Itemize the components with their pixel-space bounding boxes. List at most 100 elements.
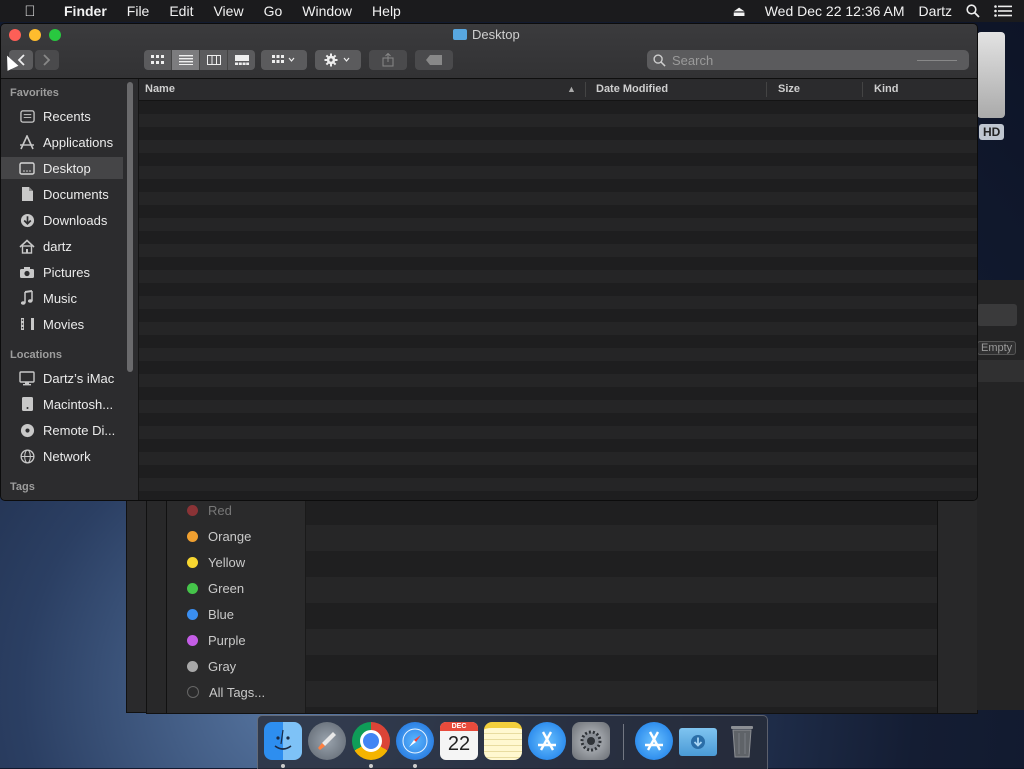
search-field-divider xyxy=(917,59,957,61)
sidebar-item-network[interactable]: Network xyxy=(1,445,123,467)
group-grid-icon xyxy=(272,55,295,63)
sidebar-header-locations: Locations xyxy=(10,349,62,361)
dock-downloads-folder-icon[interactable] xyxy=(679,728,717,756)
dock-running-indicator xyxy=(413,764,417,768)
column-header-size[interactable]: Size xyxy=(778,79,800,100)
desktop-icon xyxy=(18,160,36,176)
list-column-header: Name ▲ Date Modified Size Kind xyxy=(139,79,977,101)
tag-gray[interactable]: Gray xyxy=(187,653,236,679)
empty-button[interactable]: Empty xyxy=(977,341,1017,355)
dock-app-store-icon[interactable] xyxy=(528,722,566,760)
sidebar-item-music[interactable]: Music xyxy=(1,287,123,309)
tag-green[interactable]: Green xyxy=(187,575,244,601)
column-divider[interactable] xyxy=(766,82,767,97)
tag-all-tags[interactable]: All Tags... xyxy=(187,679,265,705)
sidebar-header-tags: Tags xyxy=(10,481,35,493)
notification-center-icon[interactable] xyxy=(987,5,1024,17)
menu-window[interactable]: Window xyxy=(292,0,362,22)
menubar-user[interactable]: Dartz xyxy=(912,3,959,19)
sidebar-item-downloads[interactable]: Downloads xyxy=(1,209,123,231)
close-window-button[interactable] xyxy=(9,29,21,41)
menu-edit[interactable]: Edit xyxy=(159,0,203,22)
remote-disc-icon xyxy=(18,422,36,438)
sidebar-item-imac[interactable]: Dartz’s iMac xyxy=(1,367,123,389)
column-divider[interactable] xyxy=(862,82,863,97)
calendar-day: 22 xyxy=(447,733,471,755)
clock-icon xyxy=(18,108,36,124)
window-toolbar: Desktop Search xyxy=(1,24,977,79)
dock-app-store-downloads-icon[interactable] xyxy=(635,722,673,760)
list-view-button[interactable] xyxy=(172,50,200,70)
search-placeholder: Search xyxy=(672,52,714,68)
group-by-button[interactable] xyxy=(261,50,307,70)
dock-running-indicator xyxy=(369,764,373,768)
zoom-window-button[interactable] xyxy=(49,29,61,41)
menu-file[interactable]: File xyxy=(117,0,160,22)
tag-green-dot-icon xyxy=(187,582,198,594)
column-header-name[interactable]: Name xyxy=(145,79,175,100)
sidebar-item-home[interactable]: dartz xyxy=(1,235,123,257)
sidebar-scrollbar[interactable] xyxy=(127,82,133,372)
sidebar-item-recents[interactable]: Recents xyxy=(1,105,123,127)
dock-notes-icon[interactable] xyxy=(484,722,522,760)
menu-help[interactable]: Help xyxy=(362,0,411,22)
menubar-clock[interactable]: Wed Dec 22 12:36 AM xyxy=(753,3,912,19)
column-header-date-modified[interactable]: Date Modified xyxy=(596,79,668,100)
share-button[interactable] xyxy=(369,50,407,70)
sidebar-item-movies[interactable]: Movies xyxy=(1,313,123,335)
dock-trash-icon[interactable] xyxy=(723,722,761,760)
hard-drive-label[interactable]: HD xyxy=(979,124,1005,140)
tag-icon xyxy=(426,55,442,65)
dock-running-indicator xyxy=(281,764,285,768)
tag-blue[interactable]: Blue xyxy=(187,601,234,627)
search-field[interactable]: Search xyxy=(647,50,969,70)
minimize-window-button[interactable] xyxy=(29,29,41,41)
gallery-view-button[interactable] xyxy=(228,50,255,70)
tag-red-dot-icon xyxy=(187,504,198,516)
menu-view[interactable]: View xyxy=(203,0,253,22)
app-menu-finder[interactable]: Finder xyxy=(54,0,117,22)
sidebar-item-desktop[interactable]: Desktop xyxy=(1,157,123,179)
calendar-month: DEC xyxy=(440,722,478,731)
tag-blue-dot-icon xyxy=(187,608,198,620)
camera-icon xyxy=(18,264,36,280)
applications-icon xyxy=(18,134,36,150)
file-list-empty[interactable] xyxy=(139,101,977,500)
music-icon xyxy=(18,290,36,306)
sidebar-item-documents[interactable]: Documents xyxy=(1,183,123,205)
gear-icon xyxy=(324,53,350,67)
icon-view-button[interactable] xyxy=(144,50,172,70)
sidebar-item-macintosh-hd[interactable]: Macintosh... xyxy=(1,393,123,415)
dock-chrome-icon[interactable] xyxy=(352,722,390,760)
columns-icon xyxy=(206,55,221,65)
dock-calendar-icon[interactable]: DEC 22 xyxy=(440,722,478,760)
tag-purple[interactable]: Purple xyxy=(187,627,246,653)
tag-yellow[interactable]: Yellow xyxy=(187,549,245,575)
forward-button[interactable] xyxy=(35,50,59,70)
menu-go[interactable]: Go xyxy=(254,0,293,22)
tag-orange[interactable]: Orange xyxy=(187,523,251,549)
dock: DEC 22 xyxy=(257,715,768,769)
spotlight-search-icon[interactable] xyxy=(959,4,987,18)
eject-icon[interactable]: ⏏ xyxy=(725,3,752,20)
dock-finder-icon[interactable] xyxy=(264,722,302,760)
action-menu-button[interactable] xyxy=(315,50,361,70)
dock-system-preferences-icon[interactable] xyxy=(572,722,610,760)
hard-drive-desktop-icon[interactable] xyxy=(977,32,1005,118)
column-header-kind[interactable]: Kind xyxy=(874,79,898,100)
sidebar-item-pictures[interactable]: Pictures xyxy=(1,261,123,283)
dock-launchpad-icon[interactable] xyxy=(308,722,346,760)
share-icon xyxy=(382,53,394,67)
dock-safari-icon[interactable] xyxy=(396,722,434,760)
apple-menu-icon[interactable]:  xyxy=(20,3,40,20)
finder-window: Desktop Search Favorites Recents Applica… xyxy=(0,23,978,501)
sidebar-item-remote-disc[interactable]: Remote Di... xyxy=(1,419,123,441)
edit-tags-button[interactable] xyxy=(415,50,453,70)
column-view-button[interactable] xyxy=(200,50,228,70)
column-divider[interactable] xyxy=(585,82,586,97)
sidebar-item-applications[interactable]: Applications xyxy=(1,131,123,153)
sort-ascending-chevron-icon[interactable]: ▲ xyxy=(567,79,576,100)
all-tags-icon xyxy=(187,686,199,698)
home-icon xyxy=(18,238,36,254)
imac-icon xyxy=(18,370,36,386)
